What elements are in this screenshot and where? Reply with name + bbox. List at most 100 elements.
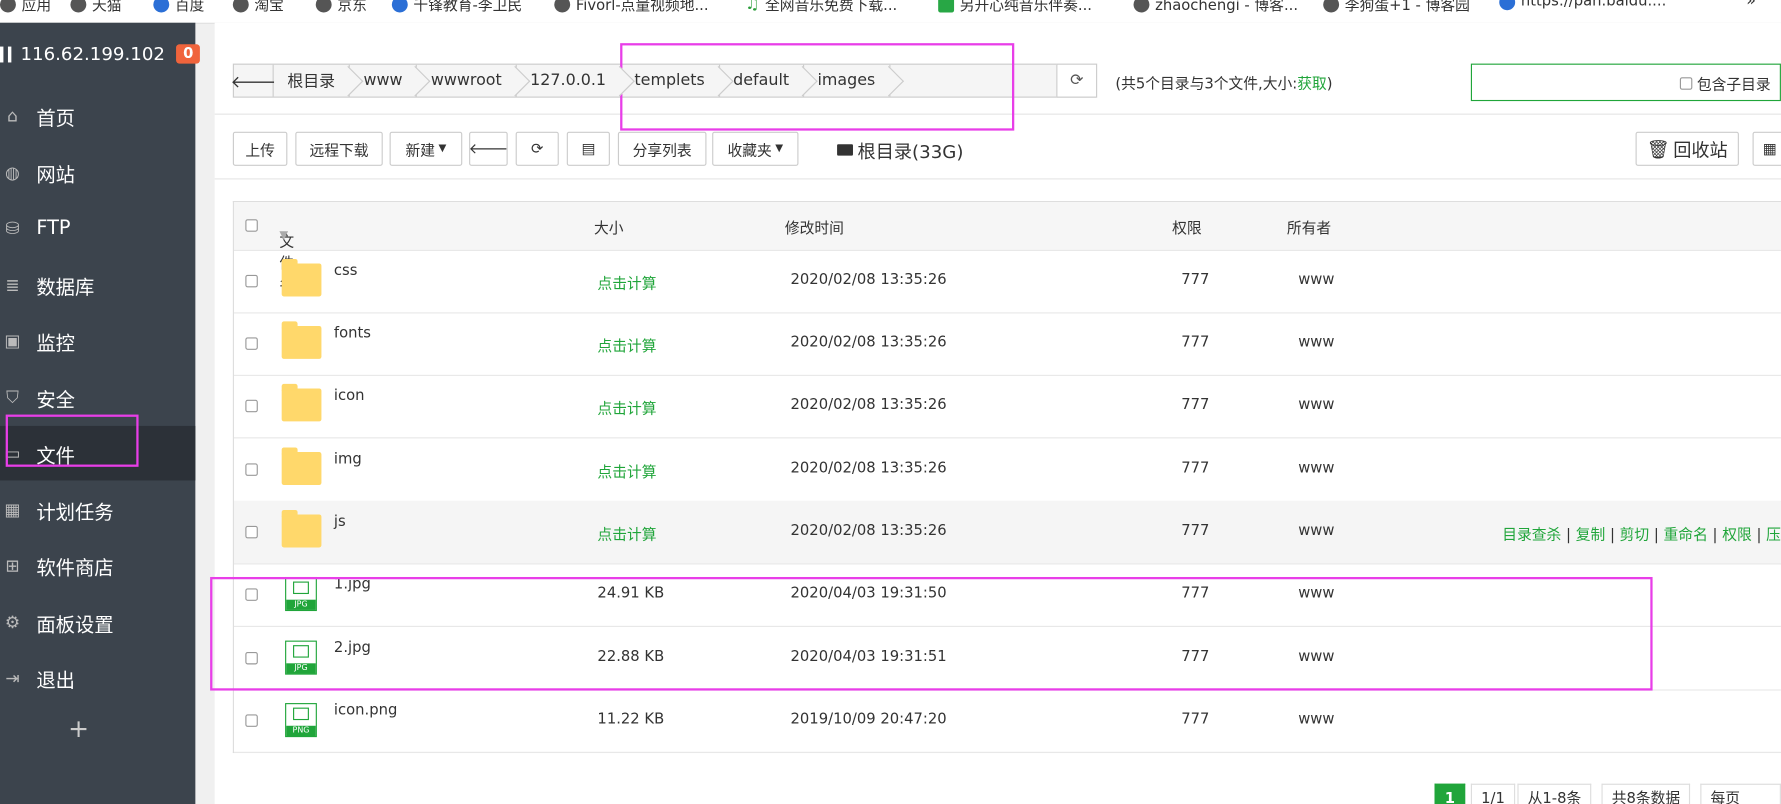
file-name[interactable]: icon.png — [334, 702, 397, 719]
row-checkbox[interactable] — [245, 525, 258, 539]
file-name[interactable]: icon — [334, 387, 365, 404]
calc-size-link[interactable]: 点击计算 — [597, 460, 656, 482]
terminal-button[interactable]: ▤ — [566, 131, 610, 166]
file-name[interactable]: js — [334, 513, 346, 530]
header-size[interactable]: 大小 — [594, 216, 624, 237]
file-permission[interactable]: 777 — [1181, 334, 1209, 351]
bookmark-apps[interactable]: 应用 — [0, 0, 51, 15]
folder-icon — [281, 383, 322, 422]
calc-size-link[interactable]: 点击计算 — [597, 271, 656, 293]
table-row[interactable]: icon 点击计算 2020/02/08 13:35:26 777 www — [233, 375, 1781, 439]
file-permission[interactable]: 777 — [1181, 271, 1209, 288]
file-owner: www — [1298, 396, 1335, 414]
cut-link[interactable]: 剪切 — [1620, 527, 1650, 544]
file-mtime: 2020/02/08 13:35:26 — [790, 459, 947, 478]
calendar-icon: ▦ — [4, 499, 21, 521]
breadcrumb-root[interactable]: 根目录 — [274, 64, 350, 97]
table-row-hovered[interactable]: js 点击计算 2020/02/08 13:35:26 777 www 目录查杀… — [233, 500, 1781, 565]
file-mtime: 2019/10/09 20:47:20 — [790, 711, 947, 729]
calc-size-link[interactable]: 点击计算 — [597, 396, 656, 418]
bookmark-tmall[interactable]: 天猫 — [70, 0, 122, 15]
bookmark-ligoudan[interactable]: 李狗蛋+1 - 博客园 — [1323, 0, 1470, 15]
select-all-checkbox[interactable] — [245, 219, 258, 232]
row-checkbox[interactable] — [245, 714, 258, 727]
recycle-bin-button[interactable]: 🗑 回收站 — [1635, 131, 1739, 166]
file-permission[interactable]: 777 — [1181, 711, 1209, 728]
pager-per-page[interactable]: 每页 200 — [1700, 783, 1781, 804]
file-owner: www — [1298, 522, 1335, 540]
table-row[interactable]: fonts 点击计算 2020/02/08 13:35:26 777 www — [233, 312, 1781, 376]
sidebar-item-home[interactable]: ⌂ 首页 — [0, 89, 195, 144]
include-subdir-checkbox[interactable] — [1679, 77, 1693, 90]
caret-down-icon: ▼ — [775, 143, 784, 155]
table-row[interactable]: img 点击计算 2020/02/08 13:35:26 777 www — [233, 438, 1781, 503]
image-file-icon: PNG — [285, 703, 317, 738]
row-checkbox[interactable] — [245, 274, 258, 288]
new-dropdown-button[interactable]: 新建 ▼ — [389, 131, 463, 166]
sidebar-item-settings[interactable]: ⚙ 面板设置 — [0, 595, 195, 650]
sidebar-item-database[interactable]: ≣ 数据库 — [0, 258, 195, 313]
get-size-link[interactable]: 获取 — [1297, 76, 1327, 93]
bookmark-pan-baidu[interactable]: https://pan.baidu.... — [1499, 0, 1666, 10]
bookmark-accompaniment[interactable]: 另开心纯音乐伴奏... — [938, 0, 1092, 15]
bookmark-baidu[interactable]: 百度 — [153, 0, 204, 15]
bookmarks-more-button[interactable]: » — [1746, 0, 1756, 10]
share-list-button[interactable]: 分享列表 — [617, 131, 707, 166]
row-checkbox[interactable] — [245, 463, 258, 476]
table-row[interactable]: css 点击计算 2020/02/08 13:35:26 777 www — [233, 250, 1781, 314]
header-mtime[interactable]: 修改时间 — [785, 216, 844, 237]
include-subdir-option[interactable]: 包含子目录 — [1679, 73, 1771, 94]
refresh-button[interactable]: ⟳ — [515, 131, 559, 166]
sidebar-item-website[interactable]: ◍ 网站 — [0, 145, 195, 200]
music-icon: ♫ — [745, 0, 760, 14]
upload-button[interactable]: 上传 — [232, 131, 288, 166]
copy-link[interactable]: 复制 — [1576, 527, 1606, 544]
sidebar-add-button[interactable]: + — [68, 716, 89, 744]
bookmark-fivorl[interactable]: Fivorl-点量视频地... — [554, 0, 709, 15]
row-checkbox[interactable] — [245, 399, 258, 413]
rename-link[interactable]: 重命名 — [1664, 527, 1708, 544]
back-button[interactable]: 🡐 — [469, 131, 508, 166]
folder-icon — [281, 258, 322, 297]
sidebar-item-app-store[interactable]: ⊞ 软件商店 — [0, 538, 195, 593]
bookmark-taobao[interactable]: 淘宝 — [232, 0, 284, 15]
bookmark-zhaochengi[interactable]: zhaochengi - 博客... — [1133, 0, 1298, 15]
file-permission[interactable]: 777 — [1181, 460, 1209, 477]
file-mtime: 2020/02/08 13:35:26 — [790, 333, 947, 351]
file-name[interactable]: fonts — [334, 325, 371, 342]
file-permission[interactable]: 777 — [1181, 396, 1209, 413]
sidebar-item-ftp[interactable]: ⛁ FTP — [0, 201, 195, 256]
compress-link[interactable]: 压 — [1766, 527, 1781, 544]
sidebar-item-cron[interactable]: ▦ 计划任务 — [0, 483, 195, 538]
grid-icon: ⊞ — [5, 555, 20, 576]
disk-selector[interactable]: 根目录(33G) — [837, 136, 963, 163]
sidebar-item-logout[interactable]: ⇥ 退出 — [0, 651, 195, 706]
check-kill-link[interactable]: 目录查杀 — [1502, 527, 1561, 544]
remote-download-button[interactable]: 远程下载 — [295, 131, 383, 166]
search-input[interactable]: 包含子目录 — [1470, 63, 1781, 102]
file-owner: www — [1298, 711, 1335, 729]
bookmark-qianfeng[interactable]: 千锋教育-李卫民 — [391, 0, 522, 15]
breadcrumb-127-0-0-1[interactable]: 127.0.0.1 — [517, 64, 621, 97]
notification-badge[interactable]: 0 — [176, 44, 201, 64]
file-permission[interactable]: 777 — [1181, 522, 1209, 539]
view-toggle-button[interactable]: ▦ — [1752, 131, 1781, 166]
pager-current-page[interactable]: 1 — [1434, 783, 1466, 804]
row-checkbox[interactable] — [245, 337, 258, 350]
globe-icon — [315, 0, 332, 12]
bookmark-music[interactable]: ♫ 全网音乐免费下载... — [745, 0, 897, 15]
breadcrumb-wwwroot[interactable]: wwwroot — [417, 64, 517, 97]
header-permission[interactable]: 权限 — [1172, 216, 1202, 237]
permission-link[interactable]: 权限 — [1722, 527, 1752, 544]
path-refresh-button[interactable]: ⟳ — [1056, 63, 1098, 98]
calc-size-link[interactable]: 点击计算 — [597, 334, 656, 355]
bookmark-jd[interactable]: 京东 — [315, 0, 367, 15]
file-name[interactable]: img — [334, 451, 362, 468]
sidebar-item-monitor[interactable]: ▣ 监控 — [0, 313, 195, 368]
favorites-dropdown-button[interactable]: 收藏夹 ▼ — [712, 131, 799, 166]
header-owner[interactable]: 所有者 — [1287, 216, 1331, 237]
table-row[interactable]: PNG icon.png 11.22 KB 2019/10/09 20:47:2… — [233, 689, 1781, 754]
path-back-button[interactable]: 🡐 — [230, 64, 276, 97]
calc-size-link[interactable]: 点击计算 — [597, 522, 656, 544]
file-name[interactable]: css — [334, 262, 358, 279]
